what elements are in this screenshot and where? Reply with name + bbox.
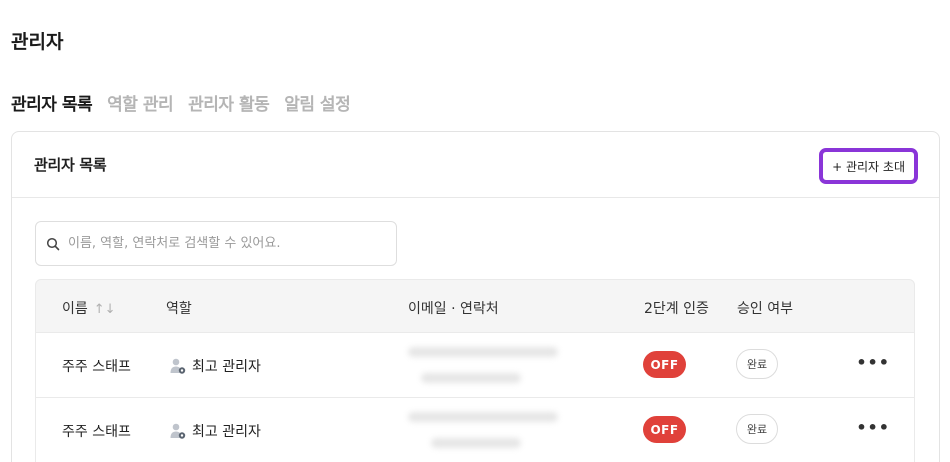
admin-name: 주주 스태프: [62, 359, 131, 375]
search-input[interactable]: [68, 236, 388, 251]
admin-name: 주주 스태프: [62, 424, 131, 440]
table-row[interactable]: 주주 스태프 최고 관리자 OFF 완료 •••: [35, 333, 915, 398]
approval-column-header: 승인 여부: [737, 301, 793, 317]
tab-bar: 관리자 목록 역할 관리 관리자 활동 알림 설정: [11, 90, 365, 115]
table-header: 이름 ↑↓ 역할 이메일 · 연락처 2단계 인증 승인 여부: [35, 279, 915, 333]
admin-table: 이름 ↑↓ 역할 이메일 · 연락처 2단계 인증 승인 여부 주주 스태프 최고…: [35, 279, 915, 462]
more-options-icon[interactable]: •••: [856, 353, 890, 372]
tab-notification-settings[interactable]: 알림 설정: [284, 90, 350, 115]
admin-user-icon: [170, 358, 186, 374]
name-column-header[interactable]: 이름 ↑↓: [62, 298, 116, 318]
admin-role: 최고 관리자: [170, 356, 261, 376]
search-box[interactable]: [35, 221, 397, 266]
tab-admin-activity[interactable]: 관리자 활동: [188, 90, 270, 115]
table-row[interactable]: 주주 스태프 최고 관리자 OFF 완료 •••: [35, 398, 915, 462]
invite-admin-label: + 관리자 초대: [832, 159, 905, 174]
card-title: 관리자 목록: [34, 156, 107, 174]
two-factor-off-badge[interactable]: OFF: [643, 351, 686, 378]
admin-list-card: 관리자 목록 + 관리자 초대 이름 ↑↓ 역할 이메일 · 연락처 2단계 인증…: [11, 131, 940, 462]
admin-role: 최고 관리자: [170, 421, 261, 441]
sort-arrows-icon[interactable]: ↑↓: [94, 302, 116, 317]
search-icon: [46, 237, 60, 250]
tab-admin-list[interactable]: 관리자 목록: [11, 90, 93, 115]
contact-column-header: 이메일 · 연락처: [408, 301, 499, 317]
role-column-header: 역할: [166, 301, 192, 317]
page-title: 관리자: [11, 31, 64, 53]
card-header: 관리자 목록 + 관리자 초대: [12, 132, 939, 198]
two-factor-column-header: 2단계 인증: [644, 301, 709, 317]
tab-role-management[interactable]: 역할 관리: [107, 90, 173, 115]
role-label: 최고 관리자: [192, 359, 261, 375]
name-header-label: 이름: [62, 301, 88, 317]
more-options-icon[interactable]: •••: [856, 418, 890, 437]
invite-admin-button[interactable]: + 관리자 초대: [819, 148, 918, 184]
approval-status-badge: 완료: [736, 349, 778, 379]
two-factor-off-badge[interactable]: OFF: [643, 416, 686, 443]
admin-user-icon: [170, 423, 186, 439]
approval-status-badge: 완료: [736, 414, 778, 444]
role-label: 최고 관리자: [192, 424, 261, 440]
